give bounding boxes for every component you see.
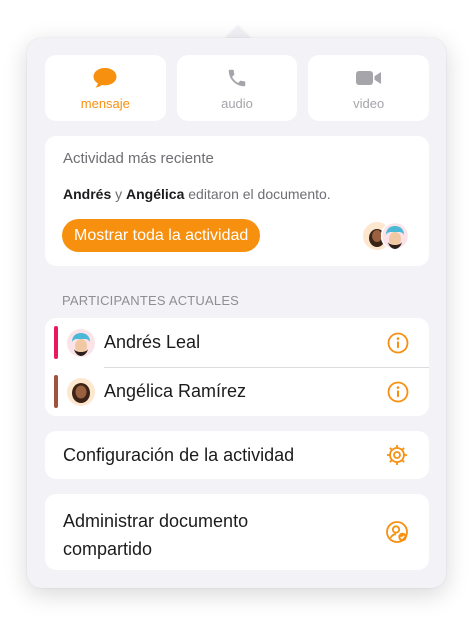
activity-user-1: Andrés [63, 186, 112, 202]
avatar-andres [381, 222, 409, 250]
video-camera-icon [355, 70, 381, 85]
audio-button-label: audio [221, 95, 253, 111]
avatar-angelica [67, 378, 95, 406]
audio-button[interactable]: audio [176, 55, 298, 121]
recent-activity-card: Actividad más reciente Andrés y Angélica… [45, 136, 429, 266]
recent-activity-description: Andrés y Angélica editaron el documento. [63, 186, 331, 202]
person-checkmark-icon [386, 521, 408, 543]
communication-buttons: mensaje audio video [45, 55, 430, 121]
participant-color-bar [54, 375, 58, 408]
video-button-label: video [353, 95, 385, 111]
avatar-andres [67, 329, 95, 357]
activity-settings-label: Configuración de la actividad [63, 445, 295, 465]
message-button[interactable]: mensaje [45, 55, 166, 121]
participants-list: Andrés Leal Angélica Ramírez [45, 318, 429, 416]
activity-settings-row[interactable]: Configuración de la actividad [45, 431, 429, 479]
participant-row[interactable]: Andrés Leal [45, 318, 429, 368]
activity-settings-gear-icon [387, 445, 407, 465]
message-bubble-icon [93, 67, 117, 87]
show-all-activity-button[interactable]: Mostrar toda la actividad [62, 219, 261, 252]
manage-shared-document-label: Administrar documento compartido [63, 511, 249, 559]
info-icon[interactable] [387, 381, 409, 403]
info-icon[interactable] [387, 332, 409, 354]
participant-name: Angélica Ramírez [104, 381, 247, 401]
manage-shared-document-row[interactable]: Administrar documento compartido [45, 494, 429, 570]
participants-section-label: PARTICIPANTES ACTUALES [62, 293, 240, 308]
recent-avatars [363, 222, 409, 250]
video-button[interactable]: video [308, 55, 430, 121]
activity-action: editaron el documento. [188, 186, 331, 202]
message-button-label: mensaje [80, 95, 130, 111]
activity-conjunction: y [115, 186, 123, 202]
participant-row[interactable]: Angélica Ramírez [45, 367, 429, 416]
participant-color-bar [54, 326, 58, 359]
participant-name: Andrés Leal [104, 332, 201, 352]
phone-icon [228, 69, 246, 86]
activity-user-2: Angélica [126, 186, 185, 202]
recent-activity-title: Actividad más reciente [63, 150, 214, 167]
